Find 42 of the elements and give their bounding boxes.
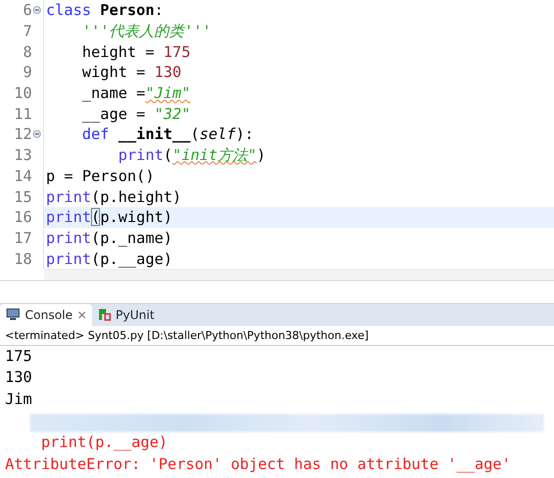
fold-icon[interactable] xyxy=(33,6,41,14)
console-tab[interactable]: PyUnit xyxy=(92,304,160,326)
code-line: p = Person() xyxy=(45,166,154,185)
line-number: 9 xyxy=(22,63,32,82)
code-line: print(p.wight) xyxy=(45,208,172,226)
line-number: 11 xyxy=(14,104,32,123)
test-icon xyxy=(98,308,111,322)
line-number: 12 xyxy=(14,125,32,144)
code-line: print(p.__age) xyxy=(45,250,172,268)
tab-label: Console xyxy=(25,308,73,322)
line-number: 10 xyxy=(14,84,32,102)
console-output-line: 175 xyxy=(4,346,34,367)
line-number: 8 xyxy=(22,42,32,61)
code-line: __age = "32" xyxy=(81,104,190,123)
close-icon[interactable] xyxy=(78,310,86,319)
line-number: 18 xyxy=(14,250,32,268)
code-line: print("init方法") xyxy=(117,146,266,165)
console-tab[interactable]: Console xyxy=(0,304,92,326)
horizontal-scrollbar[interactable] xyxy=(44,268,554,280)
error-output-line: print(p.__age) xyxy=(40,432,169,454)
line-number: 6 xyxy=(22,1,32,20)
line-number: 16 xyxy=(14,208,32,226)
code-line: print(p.height) xyxy=(45,188,182,206)
code-line: _name ="Jim" xyxy=(81,84,190,102)
line-number: 14 xyxy=(14,166,32,185)
error-output-line: AttributeError: 'Person' object has no attribute '__age' xyxy=(4,454,512,475)
line-number: 7 xyxy=(22,22,32,40)
code-line: height = 175 xyxy=(81,42,190,61)
code-line: print(p._name) xyxy=(45,228,172,247)
code-line: wight = 130 xyxy=(81,63,182,82)
console-output-line: 130 xyxy=(4,367,34,388)
console-icon xyxy=(6,308,20,322)
line-number: 15 xyxy=(14,188,32,206)
code-line: '''代表人的类''' xyxy=(81,22,212,41)
code-line: class Person: xyxy=(45,1,164,20)
tab-label: PyUnit xyxy=(116,308,154,322)
code-line: def __init__(self): xyxy=(81,125,254,144)
line-number: 13 xyxy=(14,146,32,164)
process-status: <terminated> Synt05.py [D:\staller\Python\Python38\python.exe] xyxy=(0,326,554,346)
fold-icon[interactable] xyxy=(33,130,41,138)
console-output-line: Jim xyxy=(4,388,34,410)
line-number: 17 xyxy=(14,228,32,247)
